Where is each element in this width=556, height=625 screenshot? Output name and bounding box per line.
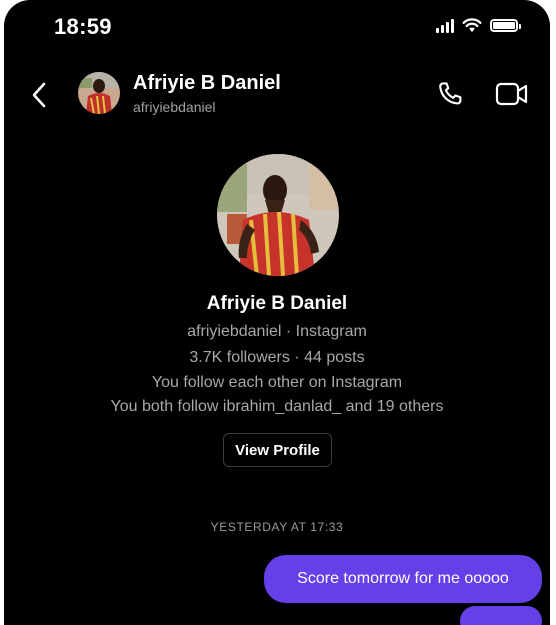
voice-call-button[interactable] xyxy=(434,78,466,110)
header-contact-name[interactable]: Afriyie B Daniel xyxy=(133,72,281,95)
profile-source-line: afriyiebdaniel · Instagram xyxy=(187,323,367,340)
video-camera-icon xyxy=(495,82,528,106)
status-time: 18:59 xyxy=(54,14,112,39)
avatar-image xyxy=(217,154,339,276)
outgoing-message-bubble[interactable]: Score tomorrow for me ooooo xyxy=(264,555,542,603)
view-profile-button[interactable]: View Profile xyxy=(223,433,332,467)
video-call-button[interactable] xyxy=(494,80,530,108)
outgoing-message-bubble[interactable] xyxy=(460,606,542,625)
profile-name: Afriyie B Daniel xyxy=(206,293,348,314)
signal-icon xyxy=(436,18,454,33)
wifi-icon xyxy=(462,18,482,32)
status-icons xyxy=(436,18,521,33)
message-timestamp: YESTERDAY AT 17:33 xyxy=(210,520,344,534)
back-button[interactable] xyxy=(26,78,52,112)
back-chevron-icon xyxy=(32,82,46,108)
battery-icon xyxy=(490,19,521,32)
avatar-image xyxy=(78,72,120,114)
profile-avatar[interactable] xyxy=(217,154,339,276)
profile-stats-line: 3.7K followers · 44 posts xyxy=(189,349,365,366)
header-username: afriyiebdaniel xyxy=(133,99,216,115)
phone-icon xyxy=(439,82,462,105)
profile-mutual-line: You follow each other on Instagram xyxy=(151,374,403,391)
phone-screen: 18:59 Afriyie B Daniel afriyiebdaniel Af… xyxy=(4,0,550,625)
header-avatar[interactable] xyxy=(78,72,120,114)
profile-shared-followers-line: You both follow ibrahim_danlad_ and 19 o… xyxy=(110,398,444,415)
